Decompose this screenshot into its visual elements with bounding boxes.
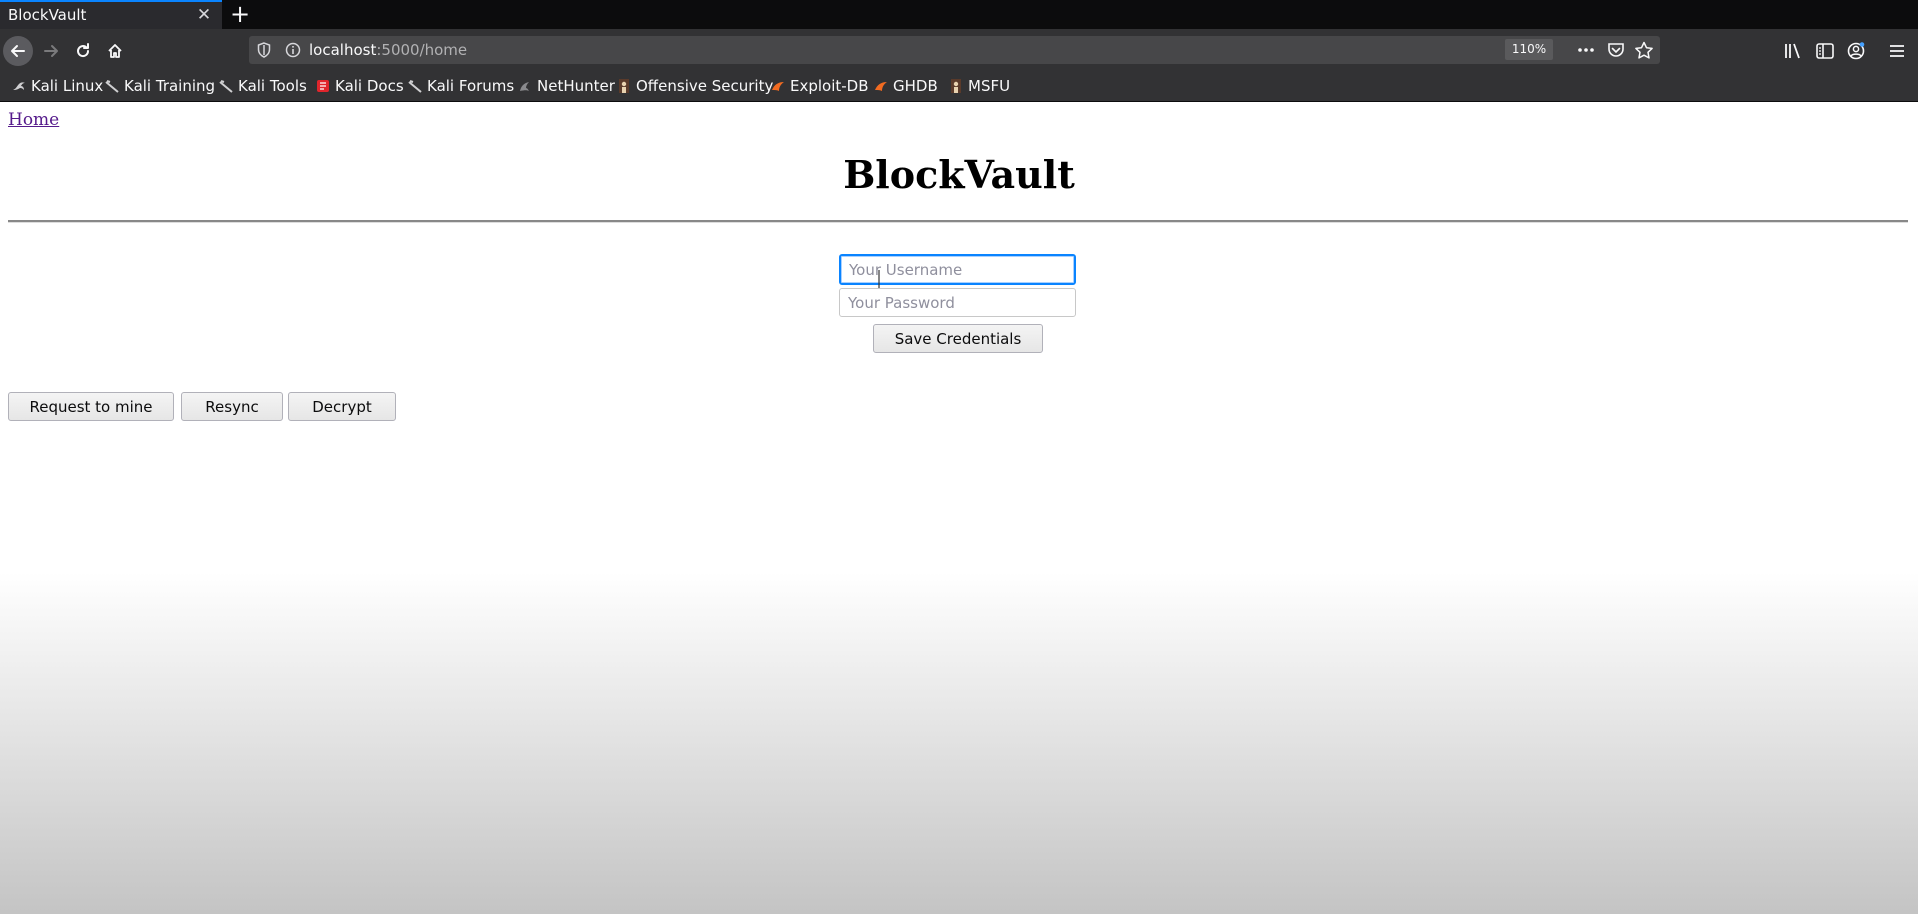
offsec-icon [617, 79, 631, 93]
bookmark-ghdb[interactable]: GHDB [874, 76, 938, 96]
back-button[interactable] [3, 36, 33, 66]
bookmark-label: MSFU [968, 77, 1011, 95]
library-icon[interactable] [1783, 41, 1803, 61]
nethunter-icon [518, 79, 532, 93]
bookmark-label: Exploit-DB [790, 77, 869, 95]
site-info-icon[interactable] [285, 42, 301, 58]
forward-arrow-icon [44, 45, 58, 57]
kali-dragon-icon [408, 79, 422, 93]
password-input[interactable] [839, 288, 1076, 317]
home-icon [108, 44, 122, 58]
url-text[interactable]: localhost:5000/home [309, 40, 467, 60]
save-credentials-button[interactable]: Save Credentials [873, 324, 1043, 353]
bookmark-kali-docs[interactable]: Kali Docs [316, 76, 404, 96]
bookmark-label: Kali Training [124, 77, 216, 95]
kali-docs-icon [316, 79, 330, 93]
bookmark-label: NetHunter [537, 77, 615, 95]
bookmark-nethunter[interactable]: NetHunter [518, 76, 615, 96]
page-content: Home BlockVault Save Credentials Request… [0, 102, 1918, 914]
reload-icon [77, 43, 90, 58]
hamburger-menu-icon[interactable] [1887, 41, 1907, 61]
request-to-mine-button[interactable]: Request to mine [8, 392, 174, 421]
url-bar[interactable]: localhost:5000/home 110% [249, 36, 1660, 64]
decrypt-button[interactable]: Decrypt [288, 392, 396, 421]
bookmark-kali-training[interactable]: Kali Training [105, 76, 215, 96]
bookmark-label: Kali Linux [31, 77, 104, 95]
url-host: localhost [309, 41, 377, 59]
bookmarks-toolbar: Kali Linux Kali Training Kali Tools Kali… [0, 72, 1918, 102]
bookmark-label: Kali Forums [427, 77, 515, 95]
bookmark-label: GHDB [893, 77, 938, 95]
exploitdb-icon [771, 79, 785, 93]
page-title: BlockVault [843, 152, 1075, 197]
account-icon[interactable] [1846, 41, 1866, 61]
bookmark-offensive-security[interactable]: Offensive Security [617, 76, 773, 96]
divider [8, 220, 1908, 223]
bookmark-star-icon[interactable] [1634, 41, 1654, 59]
offsec-icon [949, 79, 963, 93]
username-input[interactable] [839, 254, 1076, 285]
url-path: :5000/home [376, 41, 468, 59]
bookmark-kali-linux[interactable]: Kali Linux [12, 76, 103, 96]
bookmark-kali-forums[interactable]: Kali Forums [408, 76, 514, 96]
bookmark-label: Kali Docs [335, 77, 404, 95]
back-arrow-icon [11, 45, 25, 57]
tab-strip: BlockVault ✕ + [0, 0, 1918, 29]
bookmark-msfu[interactable]: MSFU [949, 76, 1010, 96]
home-link[interactable]: Home [8, 110, 59, 130]
pocket-icon[interactable] [1606, 41, 1626, 59]
browser-tab[interactable]: BlockVault ✕ [0, 0, 222, 29]
resync-button[interactable]: Resync [181, 392, 283, 421]
zoom-level-badge[interactable]: 110% [1505, 39, 1553, 60]
navigation-toolbar: localhost:5000/home 110% [0, 29, 1918, 72]
exploitdb-icon [874, 79, 888, 93]
home-button[interactable] [100, 36, 130, 66]
kali-dragon-icon [105, 79, 119, 93]
tab-title: BlockVault [8, 6, 87, 24]
bookmark-label: Kali Tools [238, 77, 307, 95]
tracking-shield-icon[interactable] [257, 42, 271, 58]
sidebar-icon[interactable] [1815, 41, 1835, 61]
bookmark-kali-tools[interactable]: Kali Tools [219, 76, 307, 96]
close-icon[interactable]: ✕ [194, 5, 214, 25]
bookmark-label: Offensive Security [636, 77, 774, 95]
kali-dragon-icon [219, 79, 233, 93]
reload-button[interactable] [68, 36, 98, 66]
forward-button[interactable] [36, 36, 66, 66]
new-tab-button[interactable]: + [226, 1, 254, 27]
text-cursor-icon [878, 270, 880, 288]
kali-dragon-icon [12, 79, 26, 93]
bookmark-exploit-db[interactable]: Exploit-DB [771, 76, 869, 96]
page-actions-icon[interactable] [1576, 41, 1596, 59]
